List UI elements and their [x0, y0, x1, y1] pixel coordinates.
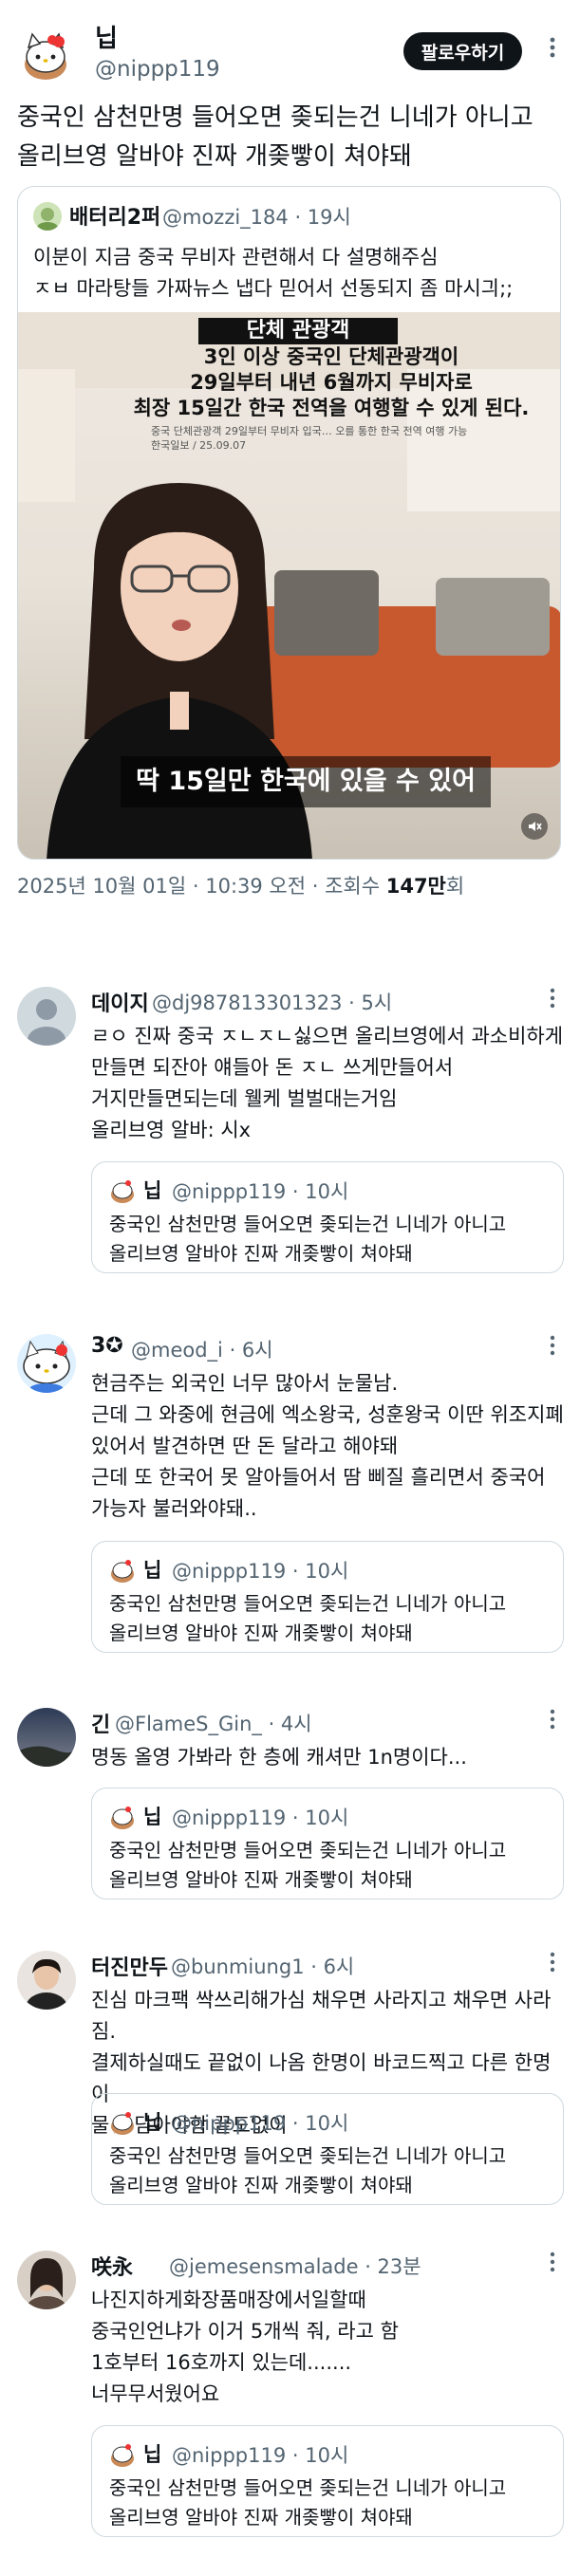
quoted-video[interactable]: 단체 관광객 3인 이상 중국인 단체관광객이 29일부터 내년 6월까지 무비… [18, 312, 560, 859]
video-source-caption: 중국 단체관광객 29일부터 무비자 입국… 오를 통한 한국 전역 여행 가능… [151, 425, 468, 452]
reply-author-handle[interactable]: @FlameS_Gin_ · 4시 [115, 1709, 312, 1737]
quoted-author-handle: @nippp119 · 10시 [172, 2444, 349, 2467]
video-headline: 3인 이상 중국인 단체관광객이 29일부터 내년 6월까지 무비자로 최장 1… [133, 345, 530, 419]
quoted-author-name: 배터리2퍼 [69, 206, 161, 230]
reply-author-handle[interactable]: @jemesensmalade · 23분 [169, 2252, 421, 2280]
quoted-post-text: 이분이 지금 중국 무비자 관련해서 다 설명해주심 ㅈㅂ 마라탕들 가짜뉴스 … [33, 246, 514, 300]
reply-item[interactable]: 咲永 @jemesensmalade · 23분 나진지하게화장품매장에서일할때… [0, 2251, 580, 2573]
quoted-author-avatar [109, 1804, 136, 1830]
more-options-icon[interactable] [541, 1334, 564, 1357]
video-subtitle: 딱 15일만 한국에 있을 수 있어 [121, 756, 491, 807]
reply-item[interactable]: 터진만두 @bunmiung1 · 6시 진심 마크팩 싹쓰리해가심 채우면 사… [0, 1951, 580, 2235]
quoted-author-avatar [109, 1177, 136, 1204]
quoted-author-avatar [109, 2441, 136, 2468]
quoted-author-name: 닙 [143, 1179, 162, 1202]
reply-item[interactable]: 데이지 @dj987813301323 · 5시 ㄹㅇ 진짜 중국 ㅈㄴㅈㄴ싫으… [0, 987, 580, 1290]
author-name[interactable]: 닙 [95, 19, 118, 54]
post-text: 중국인 삼천만명 들어오면 좆되는건 니네가 아니고 올리브영 알바야 진짜 개… [17, 103, 533, 171]
reply-quoted-post[interactable]: 닙 @nippp119 · 10시 중국인 삼천만명 들어오면 좆되는건 니네가… [91, 1161, 564, 1273]
quoted-author-avatar[interactable] [33, 202, 62, 231]
reply-item[interactable]: 긴 @FlameS_Gin_ · 4시 명동 올영 가봐라 한 층에 캐셔만 1… [0, 1708, 580, 1917]
quoted-author-name: 닙 [143, 1806, 162, 1828]
reply-author-name[interactable]: 咲永 [91, 2251, 133, 2281]
more-options-icon[interactable] [541, 36, 564, 59]
post-meta: 2025년 10월 01일 · 10:39 오전 · 조회수 147만회 [17, 871, 464, 899]
quoted-post-text: 중국인 삼천만명 들어오면 좆되는건 니네가 아니고 올리브영 알바야 진짜 개… [109, 1592, 507, 1644]
reply-text: ㄹㅇ 진짜 중국 ㅈㄴㅈㄴ싫으면 올리브영에서 과소비하게 만들면 되잔아 얘들… [91, 1025, 564, 1141]
reply-text: 나진지하게화장품매장에서일할때 중국인언냐가 이거 5개씩 줘, 라고 함 1호… [91, 2289, 399, 2405]
quoted-post-text: 중국인 삼천만명 들어오면 좆되는건 니네가 아니고 올리브영 알바야 진짜 개… [109, 1839, 507, 1891]
reply-avatar[interactable] [17, 2251, 76, 2309]
reply-quoted-post[interactable]: 닙 @nippp119 · 10시 중국인 삼천만명 들어오면 좆되는건 니네가… [91, 1541, 564, 1653]
quoted-author-name: 닙 [143, 2443, 162, 2466]
main-post: 닙 @nippp119 팔로우하기 중국인 삼천만명 들어오면 좆되는건 니네가… [0, 0, 580, 920]
quoted-author-avatar [109, 2109, 136, 2136]
reply-avatar[interactable] [17, 1334, 76, 1393]
quoted-author-handle: @nippp119 · 10시 [172, 1560, 349, 1583]
follow-button[interactable]: 팔로우하기 [403, 32, 522, 70]
reply-quoted-post[interactable]: 닙 @nippp119 · 10시 중국인 삼천만명 들어오면 좆되는건 니네가… [91, 2425, 564, 2537]
reply-author-handle[interactable]: @bunmiung1 · 6시 [171, 1952, 354, 1980]
quoted-author-name: 닙 [143, 1559, 162, 1582]
more-options-icon[interactable] [541, 987, 564, 1010]
reply-avatar[interactable] [17, 1708, 76, 1767]
reply-author-handle[interactable]: @meod_i · 6시 [131, 1335, 273, 1363]
quoted-post-text: 중국인 삼천만명 들어오면 좆되는건 니네가 아니고 올리브영 알바야 진짜 개… [109, 2144, 507, 2196]
author-handle[interactable]: @nippp119 [95, 57, 220, 82]
reply-author-name[interactable]: 3✪ [91, 1334, 123, 1358]
more-options-icon[interactable] [541, 1951, 564, 1974]
quoted-author-handle: @nippp119 · 10시 [172, 2112, 349, 2135]
reply-author-name[interactable]: 긴 [91, 1708, 110, 1738]
reply-author-handle[interactable]: @dj987813301323 · 5시 [152, 988, 392, 1016]
quoted-post[interactable]: 배터리2퍼 @mozzi_184 · 19시 이분이 지금 중국 무비자 관련해… [17, 186, 561, 860]
more-options-icon[interactable] [541, 1708, 564, 1731]
author-avatar[interactable] [17, 28, 74, 85]
mute-icon[interactable] [521, 813, 548, 840]
reply-item[interactable]: 3✪ @meod_i · 6시 현금주는 외국인 너무 많아서 눈물남. 근데 … [0, 1334, 580, 1676]
quoted-author-name: 닙 [143, 2111, 162, 2134]
view-count: 147만 [385, 875, 446, 898]
quoted-author-handle: @nippp119 · 10시 [172, 1807, 349, 1829]
quoted-post-text: 중국인 삼천만명 들어오면 좆되는건 니네가 아니고 올리브영 알바야 진짜 개… [109, 2476, 507, 2529]
reply-author-name[interactable]: 터진만두 [91, 1951, 168, 1981]
reply-avatar[interactable] [17, 1951, 76, 2010]
quoted-author-handle: @nippp119 · 10시 [172, 1180, 349, 1203]
quoted-post-text: 중국인 삼천만명 들어오면 좆되는건 니네가 아니고 올리브영 알바야 진짜 개… [109, 1213, 507, 1265]
more-options-icon[interactable] [541, 2251, 564, 2273]
reply-author-name[interactable]: 데이지 [91, 987, 149, 1017]
reply-quoted-post[interactable]: 닙 @nippp119 · 10시 중국인 삼천만명 들어오면 좆되는건 니네가… [91, 2093, 564, 2205]
quoted-author-handle: @mozzi_184 · 19시 [162, 206, 351, 229]
post-timestamp: 2025년 10월 01일 · 10:39 오전 · 조회수 [17, 875, 386, 898]
reply-avatar[interactable] [17, 987, 76, 1046]
hello-kitty-icon [17, 28, 74, 85]
video-sign: 단체 관광객 [198, 318, 398, 344]
video-cushion-2 [436, 578, 550, 656]
reply-text: 현금주는 외국인 너무 많아서 눈물남. 근데 그 와중에 현금에 엑소왕국, … [91, 1372, 564, 1520]
reply-text: 명동 올영 가봐라 한 층에 캐셔만 1n명이다... [91, 1746, 467, 1769]
reply-quoted-post[interactable]: 닙 @nippp119 · 10시 중국인 삼천만명 들어오면 좆되는건 니네가… [91, 1788, 564, 1900]
quoted-author-avatar [109, 1557, 136, 1584]
view-count-suffix: 회 [445, 875, 465, 898]
